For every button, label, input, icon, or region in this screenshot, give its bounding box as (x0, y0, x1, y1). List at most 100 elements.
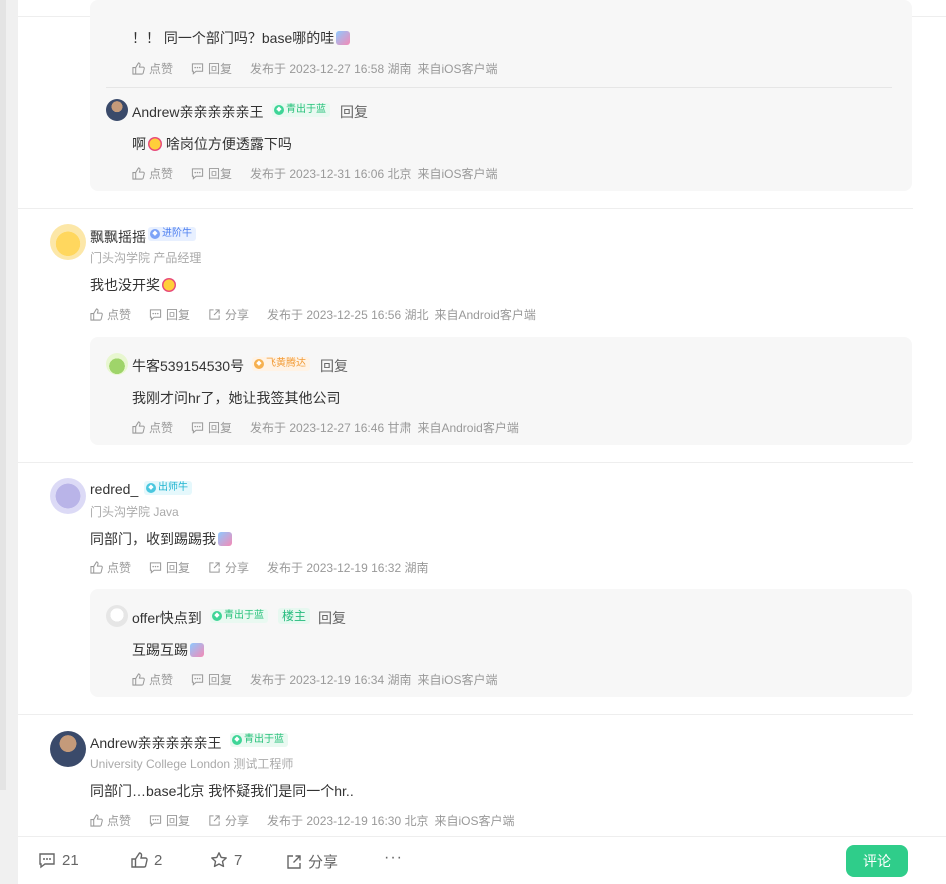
like-button[interactable]: 点赞 (90, 812, 131, 829)
reply-box: offer快点到 ◆ 青出于蓝 楼主 回复 互踢互踢 点赞 回复 发布于 2023… (90, 589, 912, 697)
badge-icon: ◆ (232, 735, 242, 745)
more-button[interactable]: ··· (384, 849, 403, 867)
reply-button[interactable]: 回复 (191, 419, 232, 436)
reply-actions: 点赞 回复 发布于 2023-12-19 16:34 湖南 来自iOS客户端 (132, 671, 503, 688)
badge-icon: ◆ (212, 611, 222, 621)
reply-text: 互踢互踢 (132, 640, 204, 660)
level-badge: ◆ 青出于蓝 (210, 609, 268, 623)
comment-text: 我也没开奖 (90, 275, 176, 295)
comment-icon (191, 422, 204, 434)
reply-button[interactable]: 回复 (191, 60, 232, 77)
comment-icon (39, 853, 55, 869)
username[interactable]: Andrew亲亲亲亲亲王 (132, 102, 263, 122)
avatar[interactable] (50, 224, 86, 260)
like-button[interactable]: 点赞 (132, 60, 173, 77)
comment-icon (149, 815, 162, 827)
thumb-up-icon (132, 421, 145, 434)
avatar[interactable] (50, 478, 86, 514)
thumb-up-icon (90, 561, 103, 574)
publish-time: 发布于 2023-12-27 16:46 甘肃 (250, 421, 412, 435)
badge-icon: ◆ (274, 105, 284, 115)
username[interactable]: 飘飘摇摇 (90, 227, 146, 247)
left-scroll-edge (0, 0, 6, 790)
client-source: 来自Android客户端 (417, 421, 519, 435)
reply-button[interactable]: 回复 (149, 812, 190, 829)
reply-button[interactable]: 回复 (149, 306, 190, 323)
user-subtitle: 门头沟学院 Java (90, 505, 179, 519)
reply-box: ！！ 同一个部门吗？base哪的哇 点赞 回复 发布于 2023-12-27 1… (90, 0, 912, 191)
publish-time: 发布于 2023-12-19 16:34 湖南 (250, 673, 412, 687)
publish-time: 发布于 2023-12-19 16:30 北京 (267, 814, 429, 828)
comment-actions: 点赞 回复 分享 发布于 2023-12-25 16:56 湖北 来自Andro… (90, 306, 542, 323)
reply-actions: 点赞 回复 发布于 2023-12-27 16:46 甘肃 来自Android客… (132, 419, 525, 436)
level-badge: ◆ 青出于蓝 (230, 733, 288, 747)
bottom-action-bar: 21 2 7 分享 ··· 评论 (18, 836, 946, 884)
favorite-button[interactable]: 7 (210, 851, 242, 869)
avatar[interactable] (106, 605, 128, 627)
thumb-up-icon (132, 167, 145, 180)
user-subtitle: University College London 测试工程师 (90, 757, 294, 771)
more-icon: ··· (384, 849, 403, 866)
share-icon (209, 562, 220, 573)
username[interactable]: redred_ (90, 481, 138, 497)
like-button[interactable]: 点赞 (132, 671, 173, 688)
like-button[interactable]: 点赞 (90, 559, 131, 576)
reply-text: 啊 啥岗位方便透露下吗 (132, 136, 292, 152)
comment-icon (191, 63, 204, 75)
kick-emoji-icon (336, 31, 351, 45)
avatar[interactable] (50, 731, 86, 767)
avatar[interactable] (106, 99, 128, 121)
star-icon (211, 852, 227, 868)
badge-icon: ◆ (150, 229, 160, 239)
level-badge: ◆ 青出于蓝 (272, 103, 330, 117)
owner-tag: 楼主 (278, 608, 311, 624)
thumb-up-icon (132, 673, 145, 686)
username[interactable]: Andrew亲亲亲亲亲王 (90, 733, 221, 753)
kick-emoji-icon (190, 643, 204, 657)
reply-box: 牛客539154530号 ◆ 飞黄腾达 回复 我刚才问hr了，她让我签其他公司 点… (90, 337, 912, 445)
comment-divider (18, 462, 913, 463)
thumb-up-icon (132, 62, 145, 75)
share-button[interactable]: 分享 (208, 812, 249, 829)
crying-emoji-icon (162, 278, 176, 292)
comment-text: 同部门，收到踢踢我 (90, 529, 232, 549)
share-button[interactable]: 分享 (208, 306, 249, 323)
client-source: 来自iOS客户端 (434, 814, 515, 828)
reply-button[interactable]: 回复 (191, 165, 232, 182)
share-button[interactable]: 分享 (208, 559, 249, 576)
badge-icon: ◆ (146, 483, 156, 493)
reply-to-link: 回复 (320, 358, 348, 374)
level-badge: ◆ 出师牛 (144, 481, 192, 495)
share-label: 分享 (308, 854, 339, 871)
comment-actions: 点赞 回复 分享 发布于 2023-12-19 16:32 湖南 (90, 559, 434, 576)
like-count-button[interactable]: 2 (130, 851, 162, 869)
reply-text: ！！ 同一个部门吗？base哪的哇 (132, 28, 351, 48)
share-button[interactable]: 分享 (286, 851, 338, 872)
thumb-up-icon (131, 852, 148, 868)
like-button[interactable]: 点赞 (90, 306, 131, 323)
reply-button[interactable]: 回复 (149, 559, 190, 576)
username[interactable]: 牛客539154530号 (132, 356, 244, 376)
client-source: 来自Android客户端 (434, 308, 536, 322)
reply-to-link: 回复 (318, 610, 346, 626)
share-icon (209, 815, 220, 826)
share-icon (209, 309, 220, 320)
reply-actions: 点赞 回复 发布于 2023-12-27 16:58 湖南 来自iOS客户端 (132, 60, 503, 77)
like-button[interactable]: 点赞 (132, 419, 173, 436)
publish-time: 发布于 2023-12-31 16:06 北京 (250, 167, 412, 181)
comment-actions: 点赞 回复 分享 发布于 2023-12-19 16:30 北京 来自iOS客户… (90, 812, 520, 829)
level-badge: ◆ 飞黄腾达 (252, 357, 310, 371)
comment-button[interactable]: 评论 (846, 845, 908, 877)
publish-time: 发布于 2023-12-25 16:56 湖北 (267, 308, 429, 322)
comments-count-button[interactable]: 21 (38, 851, 79, 869)
avatar[interactable] (106, 353, 128, 375)
kick-emoji-icon (218, 532, 232, 546)
reply-button[interactable]: 回复 (191, 671, 232, 688)
level-badge: ◆ 进阶牛 (148, 227, 196, 241)
username[interactable]: offer快点到 (132, 608, 202, 628)
comment-icon (149, 309, 162, 321)
comment-divider (18, 714, 913, 715)
reply-actions: 点赞 回复 发布于 2023-12-31 16:06 北京 来自iOS客户端 (132, 165, 503, 182)
likes-count: 2 (154, 851, 163, 869)
like-button[interactable]: 点赞 (132, 165, 173, 182)
